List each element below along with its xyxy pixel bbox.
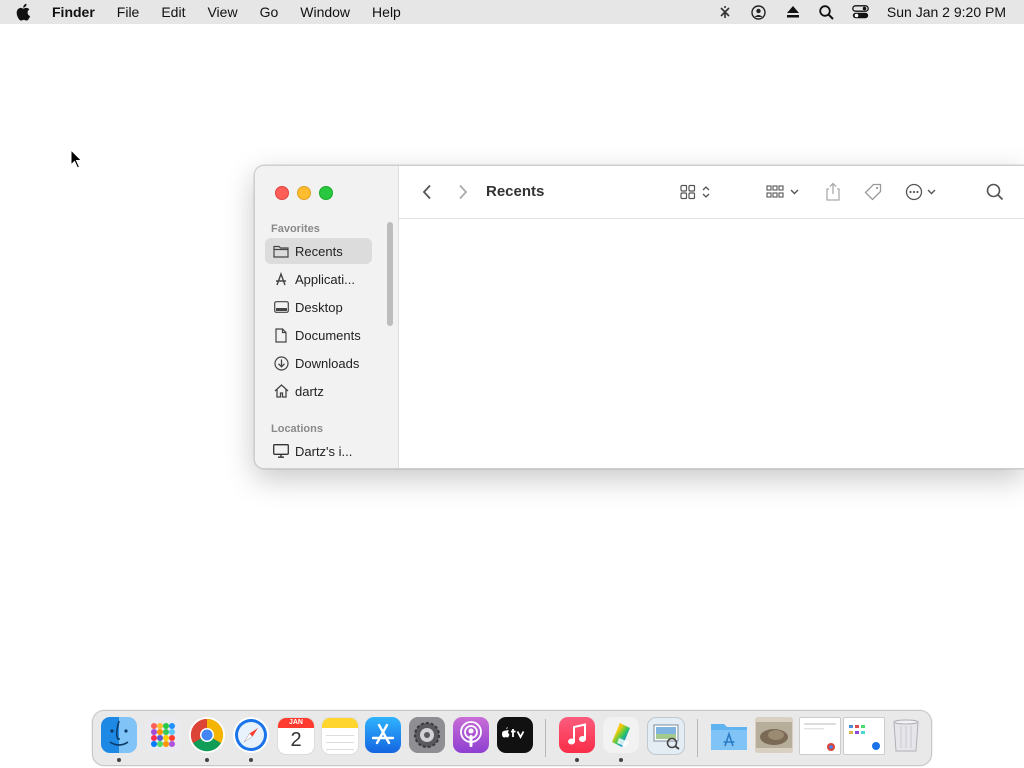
dock-document-thumbnail[interactable] xyxy=(843,717,885,755)
sidebar-item-label: Desktop xyxy=(295,299,343,315)
back-icon[interactable] xyxy=(419,182,435,202)
more-icon[interactable] xyxy=(903,182,943,202)
dock-running-indicator xyxy=(575,758,579,762)
sidebar-item-label: Dartz's i... xyxy=(295,443,353,459)
dock: JAN 2 xyxy=(92,710,932,766)
sidebar-item-documents[interactable]: Documents xyxy=(265,322,372,348)
apple-icon[interactable] xyxy=(16,3,38,21)
forward-icon[interactable] xyxy=(455,182,471,202)
computer-icon xyxy=(273,443,289,459)
group-icon[interactable] xyxy=(763,182,807,202)
dock-app-store-icon[interactable] xyxy=(365,717,401,753)
tag-icon[interactable] xyxy=(863,182,883,202)
document-icon xyxy=(273,327,289,343)
eject-icon[interactable] xyxy=(783,4,803,20)
dock-color-picker-icon[interactable] xyxy=(603,717,639,753)
dock-running-indicator xyxy=(249,758,253,762)
calendar-month: JAN xyxy=(278,718,314,728)
search-icon[interactable] xyxy=(985,182,1005,202)
dock-running-indicator xyxy=(205,758,209,762)
calendar-day: 2 xyxy=(290,729,302,751)
sidebar-scrollbar[interactable] xyxy=(387,222,393,326)
dock-photo-thumbnail[interactable] xyxy=(755,717,793,753)
share-icon[interactable] xyxy=(823,182,843,202)
sidebar-item-label: Downloads xyxy=(295,355,360,371)
minimize-button[interactable] xyxy=(297,186,311,200)
window-title: Recents xyxy=(486,183,545,200)
view-grid-icon[interactable] xyxy=(677,182,717,202)
spotlight-icon[interactable] xyxy=(817,4,837,20)
menu-help[interactable]: Help xyxy=(372,4,401,20)
menu-go[interactable]: Go xyxy=(260,4,279,20)
dock-applications-folder-icon[interactable] xyxy=(709,717,749,753)
control-center-icon[interactable] xyxy=(851,4,871,20)
locations-label: Locations xyxy=(271,423,323,435)
dock-calendar-icon[interactable]: JAN 2 xyxy=(277,717,315,755)
finder-window: Favorites Recents Applicati... Desktop D… xyxy=(254,165,1024,469)
sidebar-item-label: Applicati... xyxy=(295,271,355,287)
menu-window[interactable]: Window xyxy=(300,4,350,20)
download-icon xyxy=(273,355,289,371)
sidebar-item-downloads[interactable]: Downloads xyxy=(265,350,372,376)
window-controls xyxy=(275,186,341,200)
sidebar-item-recents[interactable]: Recents xyxy=(265,238,372,264)
sidebar-item-label: dartz xyxy=(295,383,324,399)
dock-trash-icon[interactable] xyxy=(889,717,923,753)
finder-sidebar: Favorites Recents Applicati... Desktop D… xyxy=(255,166,399,468)
sidebar-item-label: Documents xyxy=(295,327,361,343)
dock-launchpad-icon[interactable] xyxy=(145,717,181,753)
dock-separator xyxy=(545,719,546,757)
user-icon[interactable] xyxy=(749,4,769,20)
dock-document-thumbnail[interactable] xyxy=(799,717,841,755)
finder-content-area[interactable] xyxy=(399,219,1024,468)
dock-chrome-icon[interactable] xyxy=(189,717,225,753)
sidebar-item-label: Recents xyxy=(295,243,343,259)
close-button[interactable] xyxy=(275,186,289,200)
dock-tv-icon[interactable] xyxy=(497,717,533,753)
mouse-cursor-icon xyxy=(70,148,84,169)
dock-podcasts-icon[interactable] xyxy=(453,717,489,753)
dock-safari-icon[interactable] xyxy=(233,717,269,753)
sidebar-item-desktop[interactable]: Desktop xyxy=(265,294,372,320)
menu-file[interactable]: File xyxy=(117,4,140,20)
dock-preview-icon[interactable] xyxy=(647,717,685,755)
sidebar-item-computer[interactable]: Dartz's i... xyxy=(265,438,372,464)
dock-finder-icon[interactable] xyxy=(101,717,137,753)
dock-music-icon[interactable] xyxy=(559,717,595,753)
clock-folder-icon xyxy=(273,243,289,259)
menu-clock[interactable]: Sun Jan 2 9:20 PM xyxy=(887,4,1006,20)
menu-edit[interactable]: Edit xyxy=(161,4,185,20)
dock-notes-icon[interactable] xyxy=(321,717,359,755)
applications-icon xyxy=(273,271,289,287)
zoom-button[interactable] xyxy=(319,186,333,200)
dock-running-indicator xyxy=(619,758,623,762)
home-icon xyxy=(273,383,289,399)
menu-app-name[interactable]: Finder xyxy=(52,4,95,20)
dock-separator xyxy=(697,719,698,757)
favorites-label: Favorites xyxy=(271,223,320,235)
menu-view[interactable]: View xyxy=(207,4,237,20)
dock-system-preferences-icon[interactable] xyxy=(409,717,445,753)
desktop-icon xyxy=(273,299,289,315)
sidebar-item-applications[interactable]: Applicati... xyxy=(265,266,372,292)
wifi-icon[interactable] xyxy=(715,4,735,20)
dock-running-indicator xyxy=(117,758,121,762)
finder-toolbar: Recents xyxy=(399,166,1024,219)
sidebar-item-home[interactable]: dartz xyxy=(265,378,372,404)
menu-bar: Finder File Edit View Go Window Help Sun… xyxy=(0,0,1024,24)
